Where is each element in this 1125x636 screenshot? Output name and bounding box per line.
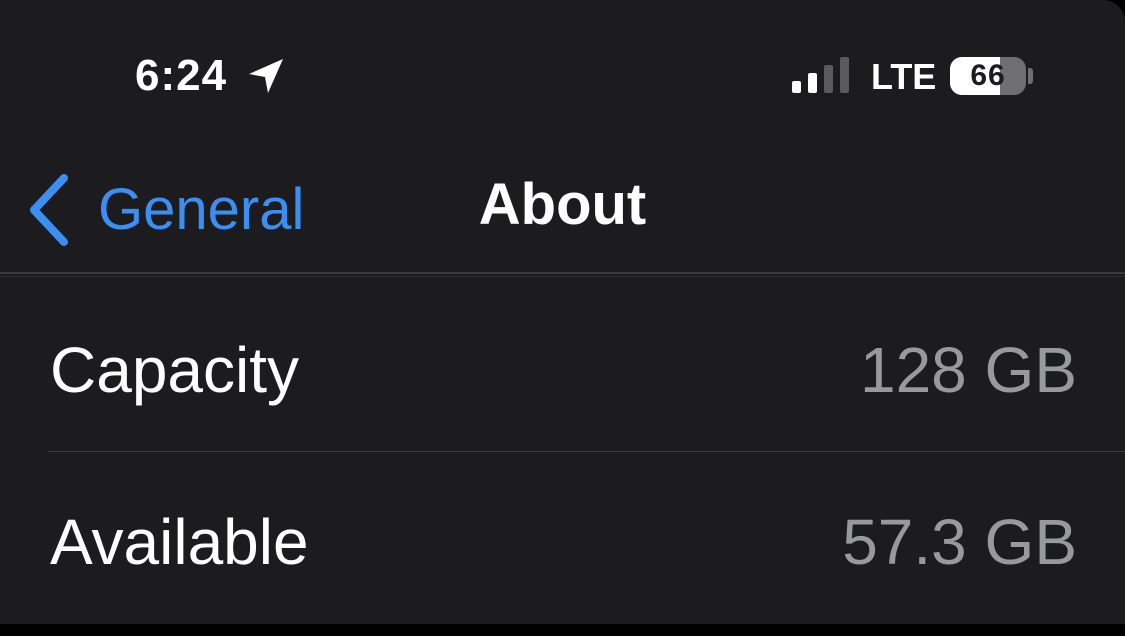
network-type-label: LTE xyxy=(871,56,937,97)
list-row-capacity: Capacity 128 GB xyxy=(0,280,1125,452)
cellular-signal-icon xyxy=(792,57,850,93)
page-title: About xyxy=(478,172,647,237)
about-list: Capacity 128 GB Available 57.3 GB xyxy=(0,280,1125,624)
battery-level-text: 66 xyxy=(970,59,1006,92)
list-row-available: Available 57.3 GB xyxy=(0,452,1125,624)
row-value: 57.3 GB xyxy=(842,506,1077,578)
row-value: 128 GB xyxy=(859,334,1077,406)
location-arrow-icon xyxy=(249,59,283,93)
about-screen: 6:24 LTE 66 General About Capacity 128 G… xyxy=(0,0,1125,624)
signal-bar-3 xyxy=(824,65,833,93)
signal-bar-2 xyxy=(808,73,817,93)
row-label: Available xyxy=(50,506,309,578)
battery-tip xyxy=(1028,68,1033,84)
signal-bar-1 xyxy=(792,81,801,93)
status-bar: 6:24 LTE 66 xyxy=(0,0,1125,150)
status-time: 6:24 xyxy=(135,51,228,100)
navigation-bar: General About xyxy=(0,150,1125,274)
nav-divider xyxy=(0,272,1125,274)
row-label: Capacity xyxy=(50,334,299,406)
nav-divider-shadow xyxy=(0,276,1125,277)
signal-bar-4 xyxy=(840,57,849,93)
battery-icon: 66 xyxy=(950,57,1026,95)
